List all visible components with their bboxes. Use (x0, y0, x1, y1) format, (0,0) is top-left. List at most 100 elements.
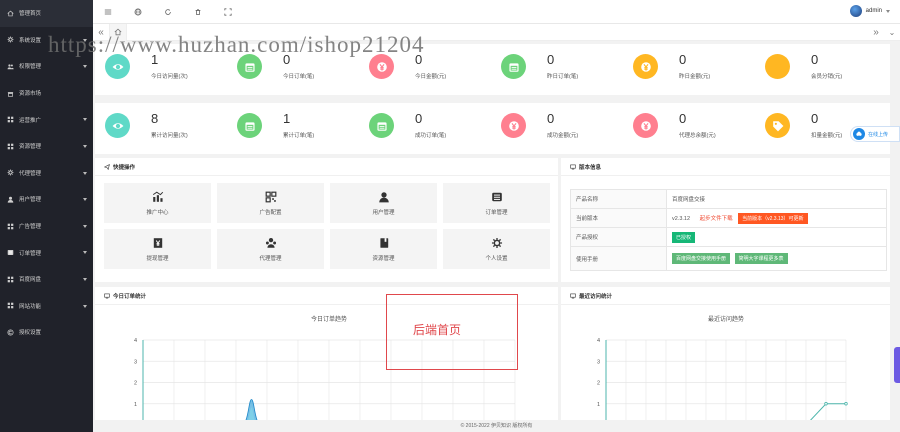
chevron-down-icon (83, 251, 87, 255)
sidebar-item-label: 运营推广 (19, 117, 42, 124)
list-icon (491, 192, 502, 201)
stat-value: 0 (679, 52, 687, 67)
sidebar-item[interactable]: 百度网盘 (0, 266, 93, 293)
chevron-down-icon (83, 198, 87, 202)
sidebar-item-label: 订单管理 (19, 250, 42, 257)
stat-value: 0 (547, 52, 555, 67)
stat-value: 8 (151, 111, 159, 126)
sidebar-item[interactable]: 用户管理 (0, 186, 93, 213)
gear-icon (491, 237, 502, 248)
fullscreen-icon[interactable] (213, 7, 243, 16)
stat-label: 累计订单(笔) (283, 133, 315, 139)
chart-icon (152, 191, 163, 202)
quick-action-button[interactable]: 代理管理 (217, 229, 324, 269)
store-icon (7, 91, 14, 97)
tab-options-button[interactable]: ⌄ (884, 24, 900, 41)
chevron-down-icon (83, 171, 87, 175)
version-key: 产品名称 (570, 189, 667, 209)
sidebar-item[interactable]: 网站功能 (0, 293, 93, 320)
globe-icon[interactable] (123, 8, 153, 16)
stat-label: 代理总余额(元) (679, 133, 716, 139)
sidebar-item[interactable]: 资源市场 (0, 80, 93, 107)
visits-chart-header: 最近访问统计 (561, 287, 890, 305)
yen-box-icon (153, 237, 162, 248)
stat-icon-circle (105, 113, 130, 138)
course-button[interactable]: 简明大字课程更多表 (734, 253, 788, 264)
sidebar-item-label: 网站功能 (19, 303, 42, 310)
cloud-upload-icon (853, 128, 865, 140)
quick-action-button[interactable]: 推广中心 (104, 183, 211, 223)
username: admin (865, 8, 882, 14)
calendar-icon (244, 121, 255, 131)
sidebar-item[interactable]: 代理管理 (0, 160, 93, 187)
manual-button[interactable]: 百度网盘交接使用手册 (672, 253, 731, 264)
menu-toggle-icon[interactable] (93, 8, 123, 16)
sidebar-item[interactable]: 资源管理 (0, 133, 93, 160)
quick-action-button[interactable]: 用户管理 (330, 183, 437, 223)
table-row: 使用手册 百度网盘交接使用手册 简明大字课程更多表 (570, 246, 887, 271)
grid-icon (7, 116, 14, 123)
sidebar-item-label: 权限管理 (19, 64, 42, 71)
sidebar-item[interactable]: 管理首页 (0, 0, 93, 27)
stat-icon-circle (765, 54, 790, 79)
authorized-badge: 已授权 (672, 231, 696, 243)
grid-icon (7, 303, 14, 309)
y-tick-label: 1 (134, 402, 137, 408)
sidebar-item-label: 用户管理 (19, 197, 42, 204)
y-tick-label: 4 (134, 338, 137, 344)
home-icon (6, 9, 15, 18)
sidebar-item[interactable]: 运营推广 (0, 106, 93, 133)
data-point (844, 402, 848, 406)
download-link[interactable]: 起步文件下载 (700, 216, 733, 222)
stat-icon-circle (237, 113, 262, 138)
home-icon (7, 10, 14, 17)
copyright-icon (6, 328, 15, 337)
stat-item: 8 累计访问量(次) (105, 103, 235, 154)
quick-action-button[interactable]: 提现管理 (104, 229, 211, 269)
y-tick-label: 2 (134, 381, 137, 387)
refresh-icon[interactable] (153, 8, 183, 16)
quick-action-label: 用户管理 (372, 209, 395, 216)
sidebar-item-label: 百度网盘 (19, 277, 42, 284)
quick-action-button[interactable]: 个人设置 (443, 229, 550, 269)
gear-icon (6, 35, 15, 44)
sidebar-item[interactable]: 订单管理 (0, 239, 93, 266)
stat-item: 1 累计订单(笔) (237, 103, 367, 154)
y-tick-label: 3 (597, 359, 600, 365)
sidebar-item[interactable]: 授权设置 (0, 319, 93, 346)
stat-item: 0 昨日金额(元) (633, 44, 763, 95)
stat-label: 昨日订单(笔) (547, 74, 579, 80)
list-icon (6, 248, 15, 257)
quick-action-label: 代理管理 (259, 255, 282, 262)
orders-chart-card-title: 今日订单统计 (113, 293, 147, 300)
sidebar-item-label: 系统设置 (19, 37, 42, 44)
user-menu[interactable]: admin (849, 5, 890, 17)
sidebar-item[interactable]: 广告管理 (0, 213, 93, 240)
y-tick-label: 4 (597, 338, 600, 344)
side-scroll-handle[interactable] (894, 347, 900, 383)
quick-action-button[interactable]: 资源管理 (330, 229, 437, 269)
online-upload-button[interactable]: 在线上传 (850, 126, 900, 142)
stat-icon-circle (501, 54, 526, 79)
stat-label: 今日订单(笔) (283, 74, 315, 80)
grid-icon (7, 276, 14, 283)
chart-title: 今日订单趋势 (311, 315, 347, 323)
version-key: 使用手册 (570, 246, 667, 271)
book-icon (379, 237, 388, 248)
clear-cache-icon[interactable] (183, 8, 213, 16)
table-row: 产品名称 百度网盘交接 (570, 189, 887, 209)
qrcode-icon (265, 191, 276, 202)
sidebar-item-label: 授权设置 (19, 330, 42, 337)
quick-action-label: 资源管理 (372, 255, 395, 262)
eye-icon (112, 63, 123, 70)
quick-action-button[interactable]: 广告配置 (217, 183, 324, 223)
visits-chart-card: 最近访问统计 最近访问趋势01234 (561, 287, 890, 420)
quick-action-button[interactable]: 订单管理 (443, 183, 550, 223)
stats-total-panel: 8 累计访问量(次) 1 累计订单(笔) 0 成功订单(笔) 0 成功金额(元) 0 代理总余额(… (95, 103, 890, 154)
calendar-icon (244, 62, 255, 72)
update-available-button[interactable]: 当前版本（v2.3.13）可更新 (738, 212, 808, 224)
stat-icon-circle (765, 113, 790, 138)
quick-actions-title: 快捷操作 (113, 164, 136, 171)
scroll-right-button[interactable]: » (868, 24, 884, 41)
visits-chart-card-title: 最近访问统计 (579, 293, 613, 300)
